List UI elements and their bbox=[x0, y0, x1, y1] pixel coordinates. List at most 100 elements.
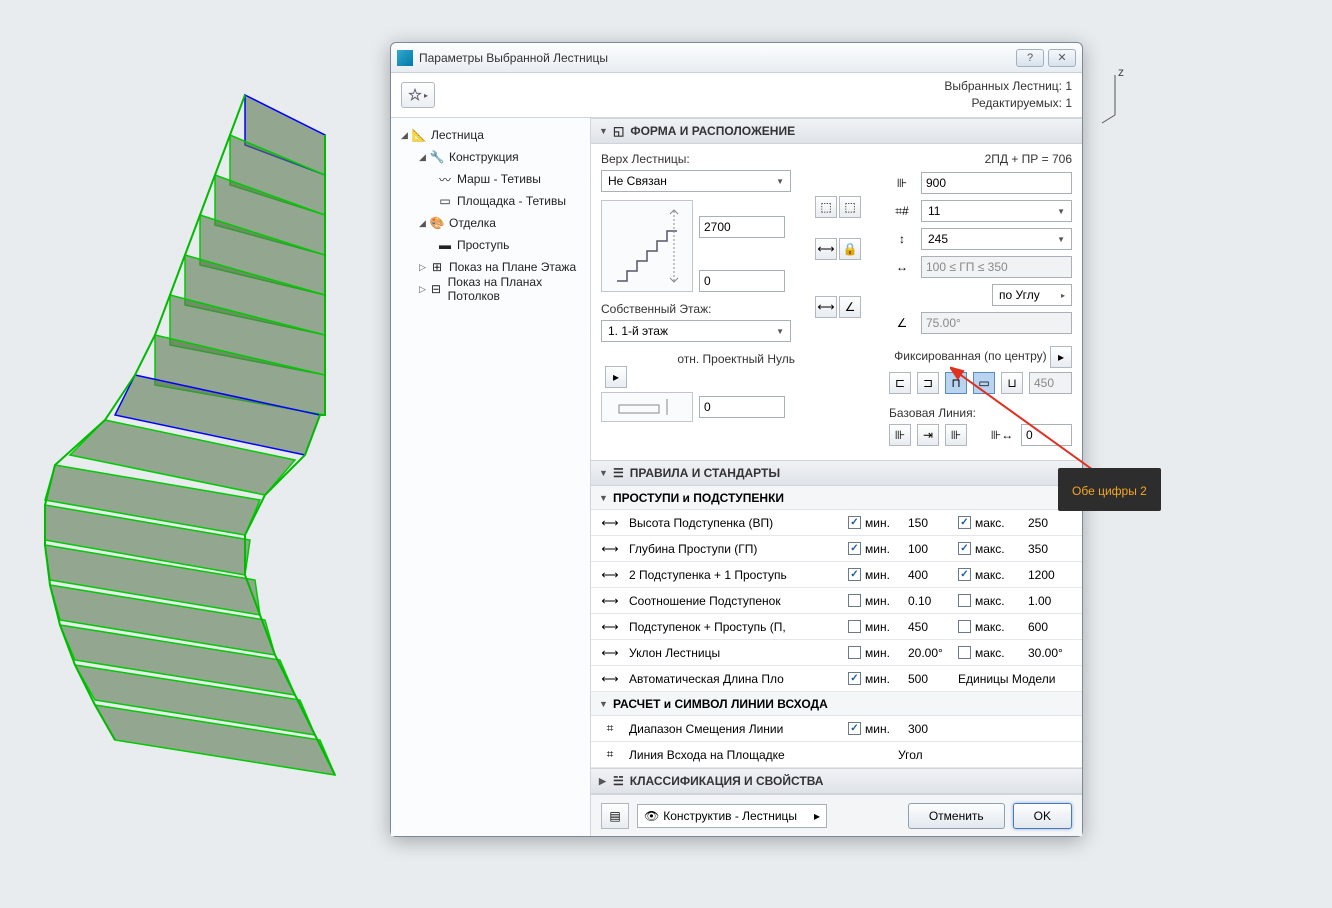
rule-min-value: 100 bbox=[908, 542, 958, 556]
section-rules-header[interactable]: ▼☰ПРАВИЛА И СТАНДАРТЫ bbox=[591, 460, 1082, 486]
align-5-icon[interactable]: ⊔ bbox=[1001, 372, 1023, 394]
rule-max-checkbox[interactable] bbox=[958, 646, 971, 659]
dim-angle-icon[interactable]: ∠ bbox=[839, 296, 861, 318]
rule-min-checkbox[interactable] bbox=[848, 646, 861, 659]
rule-min-value: 500 bbox=[908, 672, 958, 686]
baseline-input[interactable]: 0 bbox=[1021, 424, 1072, 446]
baseline-1-icon[interactable]: ⊪ bbox=[889, 424, 911, 446]
riser-select[interactable]: 245▼ bbox=[921, 228, 1072, 250]
angle-mode-select[interactable]: по Углу▸ bbox=[992, 284, 1072, 306]
align-2-icon[interactable]: ⊐ bbox=[917, 372, 939, 394]
ref-input[interactable]: 0 bbox=[699, 396, 785, 418]
link-top-icon[interactable]: ⬚ bbox=[815, 196, 837, 218]
rule-row: ⟷2 Подступенка + 1 Проступьмин.400макс.1… bbox=[591, 562, 1082, 588]
tree-ceilingplan[interactable]: ▷⊟Показ на Планах Потолков bbox=[391, 278, 590, 300]
max-label: макс. bbox=[975, 594, 1005, 608]
rule-name: Диапазон Смещения Линии bbox=[625, 722, 848, 736]
min-label: мин. bbox=[865, 542, 890, 556]
rule-name: Уклон Лестницы bbox=[625, 646, 848, 660]
dim-lock-icon[interactable]: 🔒 bbox=[839, 238, 861, 260]
rule-icon: ⟷ bbox=[595, 568, 625, 582]
dim-b-icon[interactable]: ⟷ bbox=[815, 296, 837, 318]
rule-row: ⟷Подступенок + Проступь (П,мин.450макс.6… bbox=[591, 614, 1082, 640]
rule-name: Соотношение Подступенок bbox=[625, 594, 848, 608]
sub-walkline[interactable]: ▼РАСЧЕТ и СИМВОЛ ЛИНИИ ВСХОДА bbox=[591, 692, 1082, 716]
layer-icon[interactable]: ▤ bbox=[601, 803, 629, 829]
rule-max-checkbox[interactable] bbox=[958, 542, 971, 555]
width-icon: ⊪ bbox=[889, 176, 915, 190]
baseline-3-icon[interactable]: ⊪ bbox=[945, 424, 967, 446]
ref-arrow-icon[interactable]: ▸ bbox=[605, 366, 627, 388]
rule-max-checkbox[interactable] bbox=[958, 516, 971, 529]
tree-construction[interactable]: ◢🔧Конструкция bbox=[391, 146, 590, 168]
max-label: макс. bbox=[975, 568, 1005, 582]
rule-max-value: 250 bbox=[1028, 516, 1078, 530]
tree-landing[interactable]: ▭Площадка - Тетивы bbox=[391, 190, 590, 212]
ok-button[interactable]: OK bbox=[1013, 803, 1072, 829]
section-classification-header[interactable]: ▶☱КЛАССИФИКАЦИЯ И СВОЙСТВА bbox=[591, 768, 1082, 794]
rule-max-checkbox[interactable] bbox=[958, 620, 971, 633]
rule-min-checkbox[interactable] bbox=[848, 516, 861, 529]
rule-value: Угол bbox=[898, 748, 1078, 762]
formula-label: 2ПД + ПР = 706 bbox=[889, 152, 1072, 166]
tree-tread[interactable]: ▬Проступь bbox=[391, 234, 590, 256]
own-story-select[interactable]: 1. 1-й этаж▼ bbox=[601, 320, 791, 342]
rule-name: Высота Подступенка (ВП) bbox=[625, 516, 848, 530]
rule-max-checkbox[interactable] bbox=[958, 568, 971, 581]
sub-treads-risers[interactable]: ▼ПРОСТУПИ и ПОДСТУПЕНКИ bbox=[591, 486, 1082, 510]
nav-tree: ◢📐Лестница ◢🔧Конструкция 〰Марш - Тетивы … bbox=[391, 118, 591, 836]
fixed-arrow-icon[interactable]: ▸ bbox=[1050, 346, 1072, 368]
rule-icon: ⟷ bbox=[595, 542, 625, 556]
tree-finish[interactable]: ◢🎨Отделка bbox=[391, 212, 590, 234]
height-input[interactable]: 2700 bbox=[699, 216, 785, 238]
help-button[interactable]: ? bbox=[1016, 49, 1044, 67]
dim-h-icon[interactable]: ⟷ bbox=[815, 238, 837, 260]
rule-name: Подступенок + Проступь (П, bbox=[625, 620, 848, 634]
rule-min-checkbox[interactable] bbox=[848, 672, 861, 685]
rule-min-checkbox[interactable] bbox=[848, 542, 861, 555]
link-bot-icon[interactable]: ⬚ bbox=[839, 196, 861, 218]
baseline-2-icon[interactable]: ⇥ bbox=[917, 424, 939, 446]
rule-min-value: 150 bbox=[908, 516, 958, 530]
max-label: макс. bbox=[975, 516, 1005, 530]
rule-min-value: 20.00° bbox=[908, 646, 958, 660]
min-label: мин. bbox=[865, 594, 890, 608]
own-story-label: Собственный Этаж: bbox=[601, 302, 801, 316]
tree-stair[interactable]: ◢📐Лестница bbox=[391, 124, 590, 146]
close-button[interactable]: ✕ bbox=[1048, 49, 1076, 67]
stair-3d-preview bbox=[15, 75, 385, 795]
align-1-icon[interactable]: ⊏ bbox=[889, 372, 911, 394]
axis-indicator: z bbox=[1100, 65, 1130, 128]
rule-row: ⟷Уклон Лестницымин.20.00°макс.30.00° bbox=[591, 640, 1082, 666]
rule-min-value: 400 bbox=[908, 568, 958, 582]
rule-row: ⟷Высота Подступенка (ВП)мин.150макс.250 bbox=[591, 510, 1082, 536]
rule-max-value: 1.00 bbox=[1028, 594, 1078, 608]
base-input[interactable]: 0 bbox=[699, 270, 785, 292]
align-3-icon[interactable]: ⊓ bbox=[945, 372, 967, 394]
rule-icon: ⌗ bbox=[595, 721, 625, 736]
rule-min-checkbox[interactable] bbox=[848, 620, 861, 633]
layer-select[interactable]: 👁Конструктив - Лестницы▸ bbox=[637, 804, 827, 828]
align-4-icon[interactable]: ▭ bbox=[973, 372, 995, 394]
favorites-button[interactable]: ▸ bbox=[401, 82, 435, 108]
cancel-button[interactable]: Отменить bbox=[908, 803, 1005, 829]
rule-min-value: 450 bbox=[908, 620, 958, 634]
tree-march[interactable]: 〰Марш - Тетивы bbox=[391, 168, 590, 190]
top-select[interactable]: Не Связан▼ bbox=[601, 170, 791, 192]
rule-row: ⌗Диапазон Смещения Линиимин.300 bbox=[591, 716, 1082, 742]
rule-min-checkbox[interactable] bbox=[848, 722, 861, 735]
width-input[interactable]: 900 bbox=[921, 172, 1072, 194]
baseline-label: Базовая Линия: bbox=[889, 406, 1072, 420]
min-label: мин. bbox=[865, 672, 890, 686]
rule-max-value: 1200 bbox=[1028, 568, 1078, 582]
rule-row: ⟷Автоматическая Длина Пломин.500Единицы … bbox=[591, 666, 1082, 692]
steps-select[interactable]: 11▼ bbox=[921, 200, 1072, 222]
section-form-header[interactable]: ▼◱ФОРМА И РАСПОЛОЖЕНИЕ bbox=[591, 118, 1082, 144]
rule-max-value: 350 bbox=[1028, 542, 1078, 556]
rule-name: Линия Всхода на Площадке bbox=[625, 748, 898, 762]
rule-min-checkbox[interactable] bbox=[848, 568, 861, 581]
rule-min-checkbox[interactable] bbox=[848, 594, 861, 607]
min-label: мин. bbox=[865, 516, 890, 530]
rule-max-checkbox[interactable] bbox=[958, 594, 971, 607]
rule-max-value: 30.00° bbox=[1028, 646, 1078, 660]
